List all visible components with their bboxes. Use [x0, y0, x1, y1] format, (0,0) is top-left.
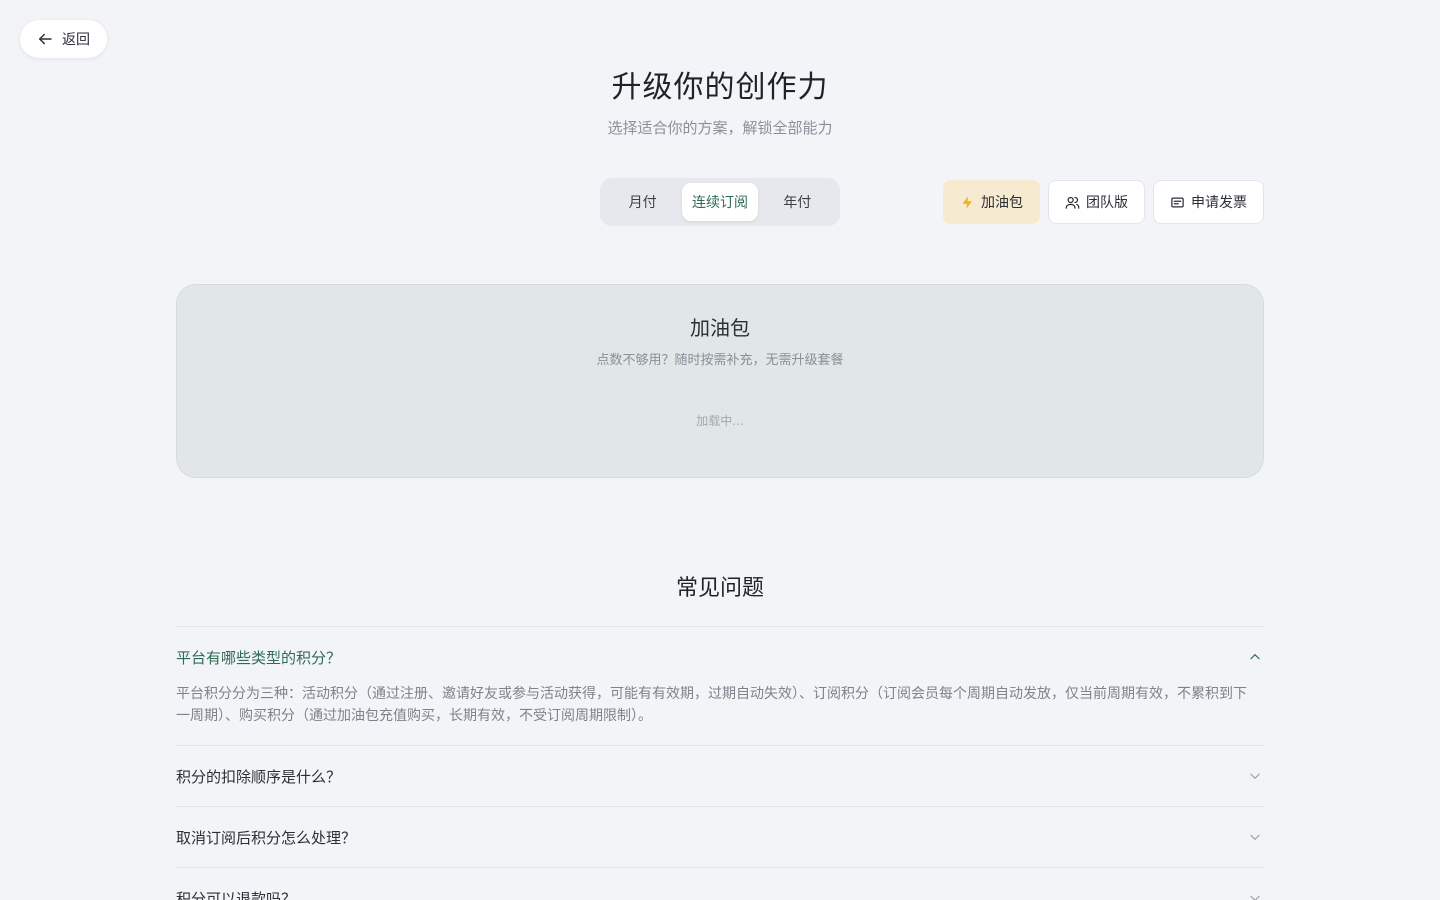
- faq-list: 平台有哪些类型的积分？ 平台积分分为三种：活动积分（通过注册、邀请好友或参与活动…: [176, 626, 1264, 900]
- back-label: 返回: [62, 32, 90, 48]
- lightning-icon: [962, 195, 972, 209]
- faq-question-button[interactable]: 取消订阅后积分怎么处理？: [176, 807, 1264, 867]
- team-plan-button[interactable]: 团队版: [1048, 180, 1145, 224]
- invoice-button[interactable]: 申请发票: [1153, 180, 1264, 224]
- booster-pack-label: 加油包: [981, 195, 1023, 211]
- booster-pack-card: 加油包 点数不够用？随时按需补充，无需升级套餐 加载中...: [176, 284, 1264, 478]
- billing-option-yearly[interactable]: 年付: [760, 183, 835, 221]
- faq-item: 平台有哪些类型的积分？ 平台积分分为三种：活动积分（通过注册、邀请好友或参与活动…: [176, 626, 1264, 745]
- header-actions: 加油包 团队版 申请发票: [943, 180, 1264, 224]
- page-title: 升级你的创作力: [611, 70, 829, 105]
- chevron-down-icon: [1250, 895, 1260, 900]
- faq-question: 积分的扣除顺序是什么？: [176, 767, 342, 786]
- faq-item: 取消订阅后积分怎么处理？: [176, 806, 1264, 867]
- users-icon: [1065, 196, 1080, 209]
- loading-indicator: 加载中...: [696, 414, 744, 428]
- chevron-down-icon: [1250, 773, 1260, 779]
- billing-option-continuous[interactable]: 连续订阅: [682, 183, 758, 221]
- faq-question-button[interactable]: 积分可以退款吗？: [176, 868, 1264, 900]
- invoice-label: 申请发票: [1191, 195, 1247, 211]
- booster-pack-button[interactable]: 加油包: [943, 180, 1040, 224]
- team-plan-label: 团队版: [1086, 195, 1128, 211]
- chevron-up-icon: [1250, 654, 1260, 660]
- arrow-left-icon: [39, 33, 52, 45]
- billing-option-monthly[interactable]: 月付: [605, 183, 680, 221]
- faq-question: 积分可以退款吗？: [176, 889, 297, 900]
- faq-question-button[interactable]: 平台有哪些类型的积分？: [176, 627, 1264, 687]
- faq-answer: 平台积分分为三种：活动积分（通过注册、邀请好友或参与活动获得，可能有有效期，过期…: [176, 686, 1247, 724]
- billing-period-toggle: 月付 连续订阅 年付: [600, 178, 840, 226]
- chevron-down-icon: [1250, 834, 1260, 840]
- booster-card-description: 点数不够用？随时按需补充，无需升级套餐: [596, 353, 844, 368]
- faq-title: 常见问题: [675, 576, 764, 601]
- page-subtitle: 选择适合你的方案，解锁全部能力: [607, 119, 833, 137]
- booster-card-title: 加油包: [690, 316, 750, 340]
- faq-item: 积分的扣除顺序是什么？: [176, 745, 1264, 806]
- faq-item: 积分可以退款吗？: [176, 867, 1264, 900]
- faq-question: 取消订阅后积分怎么处理？: [176, 828, 357, 847]
- faq-question: 平台有哪些类型的积分？: [176, 648, 342, 667]
- faq-question-button[interactable]: 积分的扣除顺序是什么？: [176, 746, 1264, 806]
- back-button[interactable]: 返回: [20, 20, 107, 58]
- invoice-icon: [1171, 197, 1184, 207]
